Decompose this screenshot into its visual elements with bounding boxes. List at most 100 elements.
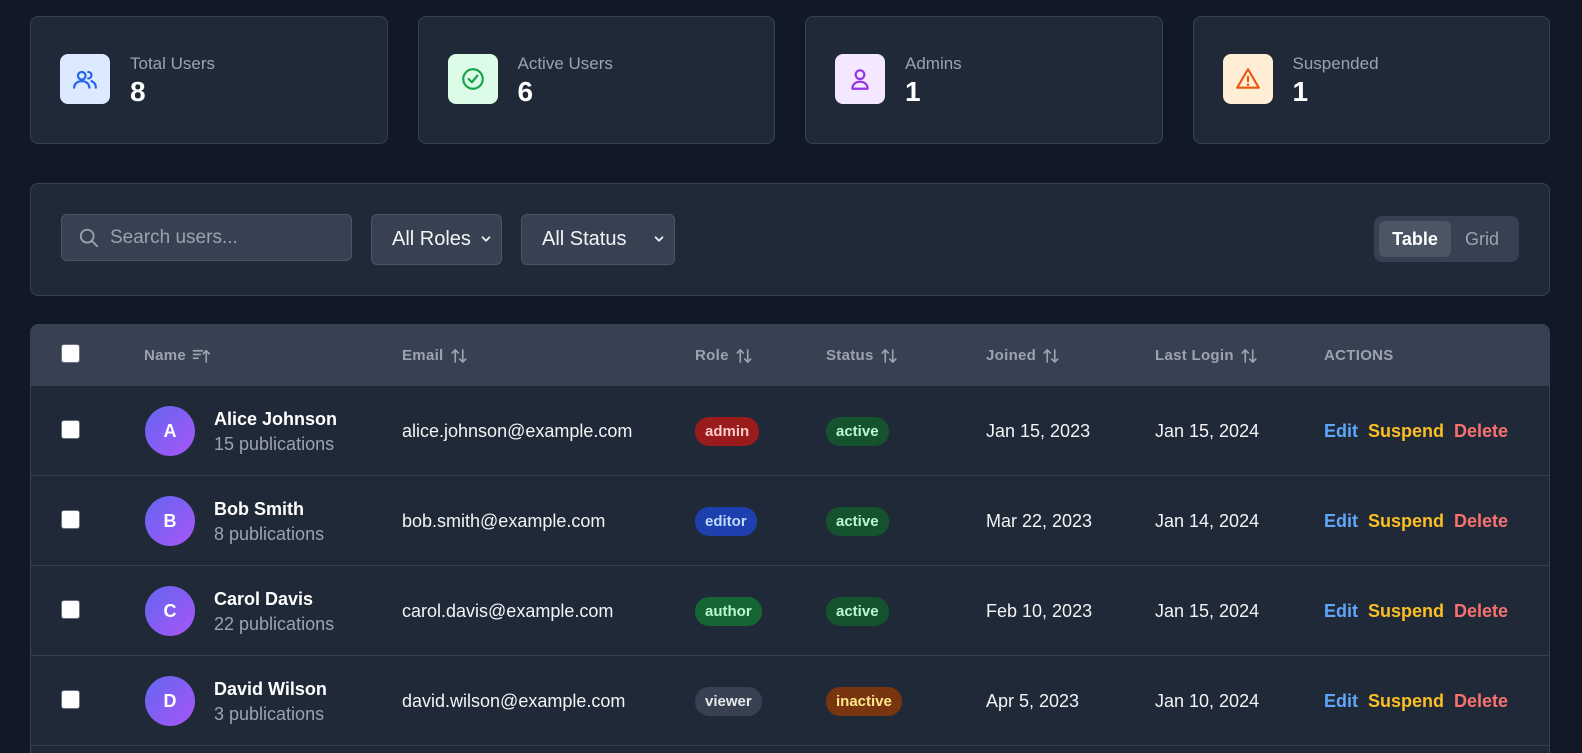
row-actions: Edit Suspend Delete bbox=[1324, 656, 1518, 746]
suspend-button[interactable]: Suspend bbox=[1368, 421, 1444, 442]
suspend-button[interactable]: Suspend bbox=[1368, 511, 1444, 532]
row-checkbox[interactable] bbox=[61, 600, 80, 619]
last-login-date: Jan 15, 2024 bbox=[1155, 600, 1260, 621]
suspend-button[interactable]: Suspend bbox=[1368, 601, 1444, 622]
header-email-label: Email bbox=[402, 347, 444, 364]
user-email: alice.johnson@example.com bbox=[402, 420, 633, 441]
avatar: C bbox=[145, 586, 195, 636]
stats-row: Total Users 8 Active Users 6 Admins 1 Su… bbox=[30, 16, 1550, 144]
header-role-label: Role bbox=[695, 347, 729, 364]
warning-icon bbox=[1222, 54, 1273, 104]
status-filter-select[interactable]: All Status bbox=[521, 214, 675, 265]
suspend-button[interactable]: Suspend bbox=[1368, 691, 1444, 712]
joined-date: Feb 10, 2023 bbox=[986, 600, 1093, 621]
header-last-login[interactable]: Last Login bbox=[1155, 325, 1258, 386]
stat-label: Suspended bbox=[1292, 54, 1379, 73]
row-actions: Edit Suspend Delete bbox=[1324, 476, 1518, 566]
edit-button[interactable]: Edit bbox=[1324, 421, 1358, 442]
stat-value: 1 bbox=[905, 76, 921, 107]
role-filter-select[interactable]: All Roles bbox=[371, 214, 502, 265]
header-status-label: Status bbox=[826, 347, 874, 364]
row-checkbox[interactable] bbox=[61, 510, 80, 529]
delete-button[interactable]: Delete bbox=[1454, 511, 1508, 532]
joined-date: Apr 5, 2023 bbox=[986, 690, 1080, 711]
row-actions: Edit Suspend Delete bbox=[1324, 386, 1518, 476]
user-name[interactable]: Alice Johnson bbox=[214, 409, 337, 430]
stat-label: Total Users bbox=[130, 54, 216, 73]
delete-button[interactable]: Delete bbox=[1454, 601, 1508, 622]
status-filter-value: All Status bbox=[542, 228, 627, 250]
table-row: C Carol Davis 22 publications carol.davi… bbox=[31, 566, 1549, 656]
stat-value: 6 bbox=[517, 76, 534, 107]
stat-card-total-users: Total Users 8 bbox=[30, 16, 388, 144]
chevron-down-icon bbox=[654, 236, 664, 242]
user-name[interactable]: Carol Davis bbox=[214, 589, 313, 610]
stat-card-suspended: Suspended 1 bbox=[1192, 16, 1550, 144]
header-joined-label: Joined bbox=[986, 347, 1037, 364]
role-filter-value: All Roles bbox=[392, 228, 471, 250]
select-all-checkbox[interactable] bbox=[61, 344, 80, 363]
edit-button[interactable]: Edit bbox=[1324, 511, 1358, 532]
avatar: B bbox=[145, 496, 195, 546]
view-toggle: Table Grid bbox=[1374, 216, 1519, 262]
user-name[interactable]: David Wilson bbox=[214, 679, 327, 700]
user-publications: 8 publications bbox=[214, 524, 325, 544]
stat-label: Admins bbox=[905, 54, 962, 73]
status-badge: inactive bbox=[826, 686, 902, 716]
last-login-date: Jan 10, 2024 bbox=[1155, 690, 1260, 711]
view-table-button[interactable]: Table bbox=[1379, 221, 1451, 257]
header-joined[interactable]: Joined bbox=[986, 325, 1060, 386]
sort-ascending-icon bbox=[192, 349, 211, 363]
table-row: D David Wilson 3 publications david.wils… bbox=[31, 656, 1549, 746]
view-grid-button[interactable]: Grid bbox=[1451, 221, 1513, 257]
role-badge: author bbox=[695, 596, 762, 626]
chevron-down-icon bbox=[481, 236, 491, 242]
avatar: A bbox=[145, 406, 195, 456]
joined-date: Jan 15, 2023 bbox=[986, 420, 1091, 441]
user-publications: 22 publications bbox=[214, 614, 335, 634]
check-circle-icon bbox=[447, 54, 498, 104]
search-box[interactable] bbox=[61, 214, 352, 261]
user-email: bob.smith@example.com bbox=[402, 510, 606, 531]
user-publications: 3 publications bbox=[214, 704, 325, 724]
header-role[interactable]: Role bbox=[695, 325, 753, 386]
edit-button[interactable]: Edit bbox=[1324, 601, 1358, 622]
users-icon bbox=[60, 54, 110, 104]
row-checkbox[interactable] bbox=[61, 690, 80, 709]
edit-button[interactable]: Edit bbox=[1324, 691, 1358, 712]
stat-value: 1 bbox=[1292, 76, 1309, 107]
stat-label: Active Users bbox=[517, 54, 613, 73]
status-badge: active bbox=[826, 506, 889, 536]
table-row: B Bob Smith 8 publications bob.smith@exa… bbox=[31, 476, 1549, 566]
search-input[interactable] bbox=[110, 226, 330, 249]
joined-date: Mar 22, 2023 bbox=[986, 510, 1093, 531]
avatar: D bbox=[145, 676, 195, 726]
sort-icon bbox=[1043, 348, 1059, 363]
header-actions-label: ACTIONS bbox=[1324, 347, 1394, 364]
role-badge: viewer bbox=[695, 686, 762, 716]
delete-button[interactable]: Delete bbox=[1454, 691, 1508, 712]
filter-toolbar: All Roles All Status Table Grid bbox=[30, 183, 1550, 296]
role-badge: editor bbox=[695, 506, 757, 536]
table-header: Name Email Role Status Joined Last Login… bbox=[31, 325, 1549, 386]
stat-value: 8 bbox=[130, 76, 146, 107]
header-status[interactable]: Status bbox=[826, 325, 898, 386]
user-email: carol.davis@example.com bbox=[402, 600, 614, 621]
row-checkbox[interactable] bbox=[61, 420, 80, 439]
header-actions: ACTIONS bbox=[1324, 325, 1394, 386]
table-row: A Alice Johnson 15 publications alice.jo… bbox=[31, 386, 1549, 476]
user-publications: 15 publications bbox=[214, 434, 335, 454]
stat-card-active-users: Active Users 6 bbox=[417, 16, 775, 144]
sort-icon bbox=[450, 348, 467, 363]
user-name[interactable]: Bob Smith bbox=[214, 499, 304, 520]
header-name[interactable]: Name bbox=[144, 325, 211, 386]
search-icon bbox=[79, 228, 99, 247]
status-badge: active bbox=[826, 416, 889, 446]
header-last-login-label: Last Login bbox=[1155, 347, 1234, 364]
sort-icon bbox=[736, 348, 752, 363]
status-badge: active bbox=[826, 596, 889, 626]
row-actions: Edit Suspend Delete bbox=[1324, 566, 1518, 656]
last-login-date: Jan 14, 2024 bbox=[1155, 510, 1260, 531]
header-email[interactable]: Email bbox=[402, 325, 468, 386]
delete-button[interactable]: Delete bbox=[1454, 421, 1508, 442]
